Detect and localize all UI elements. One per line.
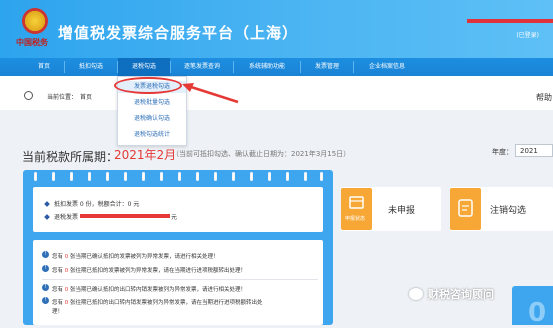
ring (70, 172, 73, 181)
notice-divider (42, 279, 318, 280)
ring (88, 172, 91, 181)
box-icon (349, 196, 364, 209)
notice-prefix: 您有 (52, 300, 64, 306)
notice-item[interactable]: 您有 0 张当期已确认抵扣的发票被列为异常发票，请进行相关处理！ (52, 252, 219, 260)
notice-count: 0 (64, 254, 69, 260)
refund-summary-prefix: 退税发票 (54, 214, 79, 221)
notice-item[interactable]: 您有 0 张当期已确认抵扣的出口转内销发票被列为异常发票，请进行相关处理！ (52, 285, 246, 293)
notice-item[interactable]: 您有 0 张往期已抵扣的发票被列为异常发票，请在当期进行进项税额转出处理！ (52, 266, 246, 274)
ring (232, 172, 235, 181)
nav-invoice-query[interactable]: 逐笔发票查询 (171, 58, 233, 76)
ring (304, 172, 307, 181)
info-icon: ! (42, 265, 49, 272)
main-nav: 首页 抵扣勾选 退税勾选 逐笔发票查询 系统辅助功能 发票管理 企业档案信息 (0, 58, 553, 76)
cancel-select-label: 注销勾选 (490, 206, 527, 216)
notice-prefix: 您有 (52, 287, 64, 293)
menu-item-batch-refund-select[interactable]: 退税批量勾选 (118, 97, 186, 109)
declare-status-icon (341, 188, 372, 230)
year-select[interactable]: 2021 (515, 144, 553, 157)
document-icon (458, 199, 473, 217)
info-icon: ! (42, 297, 49, 304)
notebook-rings (34, 172, 324, 182)
app-title: 增值税发票综合服务平台（上海） (58, 24, 299, 42)
notice-text: 张往期已抵扣的出口转内销发票被列为异常发票，请在当期进行进项税额转出处 (70, 300, 263, 306)
notice-text: 张当期已确认抵扣的出口转内销发票被列为异常发票，请进行相关处理！ (70, 287, 247, 293)
notice-count: 0 (64, 268, 69, 274)
notice-item[interactable]: 您有 0 张往期已抵扣的出口转内销发票被列为异常发票，请在当期进行进项税额转出处 (52, 298, 263, 306)
ring (106, 172, 109, 181)
cancel-select-icon (450, 188, 481, 230)
notice-text: 张往期已抵扣的发票被列为异常发票，请在当期进行进项税额转出处理！ (70, 268, 247, 274)
ring (196, 172, 199, 181)
highlight-circle (114, 77, 182, 94)
ring (178, 172, 181, 181)
watermark-text: 财税咨询顾问 (428, 288, 494, 301)
ring (160, 172, 163, 181)
ring (286, 172, 289, 181)
ring (250, 172, 253, 181)
period-title: 当前税款所属期： (22, 150, 119, 164)
info-icon: ! (42, 251, 49, 258)
ring (320, 172, 323, 181)
summary-card (33, 187, 323, 232)
nav-company-profile[interactable]: 企业档案信息 (354, 58, 420, 76)
refund-summary-redacted (80, 214, 170, 218)
period-value: 2021年2月 (114, 148, 177, 162)
menu-item-confirm-refund-select[interactable]: 退税确认勾选 (118, 113, 186, 125)
notice-count: 0 (64, 300, 69, 306)
refund-summary-suffix: 元 (171, 214, 178, 221)
ring (268, 172, 271, 181)
notice-text: 张当期已确认抵扣的发票被列为异常发票，请进行相关处理！ (70, 254, 219, 260)
nav-deduction-select[interactable]: 抵扣勾选 (65, 58, 117, 76)
ring (142, 172, 145, 181)
info-icon: ! (42, 284, 49, 291)
declare-status-label: 未申报 (388, 206, 416, 216)
location-icon (24, 91, 33, 100)
nav-home[interactable]: 首页 (24, 58, 64, 76)
user-name-redacted (467, 19, 553, 23)
period-note: （当前可抵扣勾选、确认截止日期为：2021年3月15日） (172, 150, 351, 158)
year-label: 年度： (492, 148, 513, 156)
ring (52, 172, 55, 181)
ring (214, 172, 217, 181)
decorative-digit: 0 (528, 298, 547, 328)
deduction-summary: 抵扣发票 0 份，税额合计：0 元 (54, 201, 140, 208)
user-status: (已登录) (516, 32, 539, 39)
nav-system-tools[interactable]: 系统辅助功能 (234, 58, 300, 76)
notice-prefix: 您有 (52, 254, 64, 260)
ring (34, 172, 37, 181)
red-arrow-icon (182, 83, 239, 104)
nav-refund-select[interactable]: 退税勾选 (118, 58, 170, 76)
tax-emblem-icon (22, 8, 48, 34)
ring (124, 172, 127, 181)
notice-count: 0 (64, 287, 69, 293)
emblem-caption: 中国税务 (16, 38, 48, 47)
breadcrumb-current[interactable]: 首页 (80, 92, 92, 101)
menu-item-refund-statistics[interactable]: 退税勾选统计 (118, 129, 186, 141)
help-link[interactable]: 帮助 (536, 92, 552, 103)
notice-continuation: 理！ (52, 309, 64, 315)
nav-invoice-management[interactable]: 发票管理 (301, 58, 353, 76)
breadcrumb-label: 当前位置： (47, 94, 78, 101)
wechat-icon (409, 288, 423, 300)
notice-prefix: 您有 (52, 268, 64, 274)
declare-status-caption: 申报状态 (345, 216, 366, 222)
